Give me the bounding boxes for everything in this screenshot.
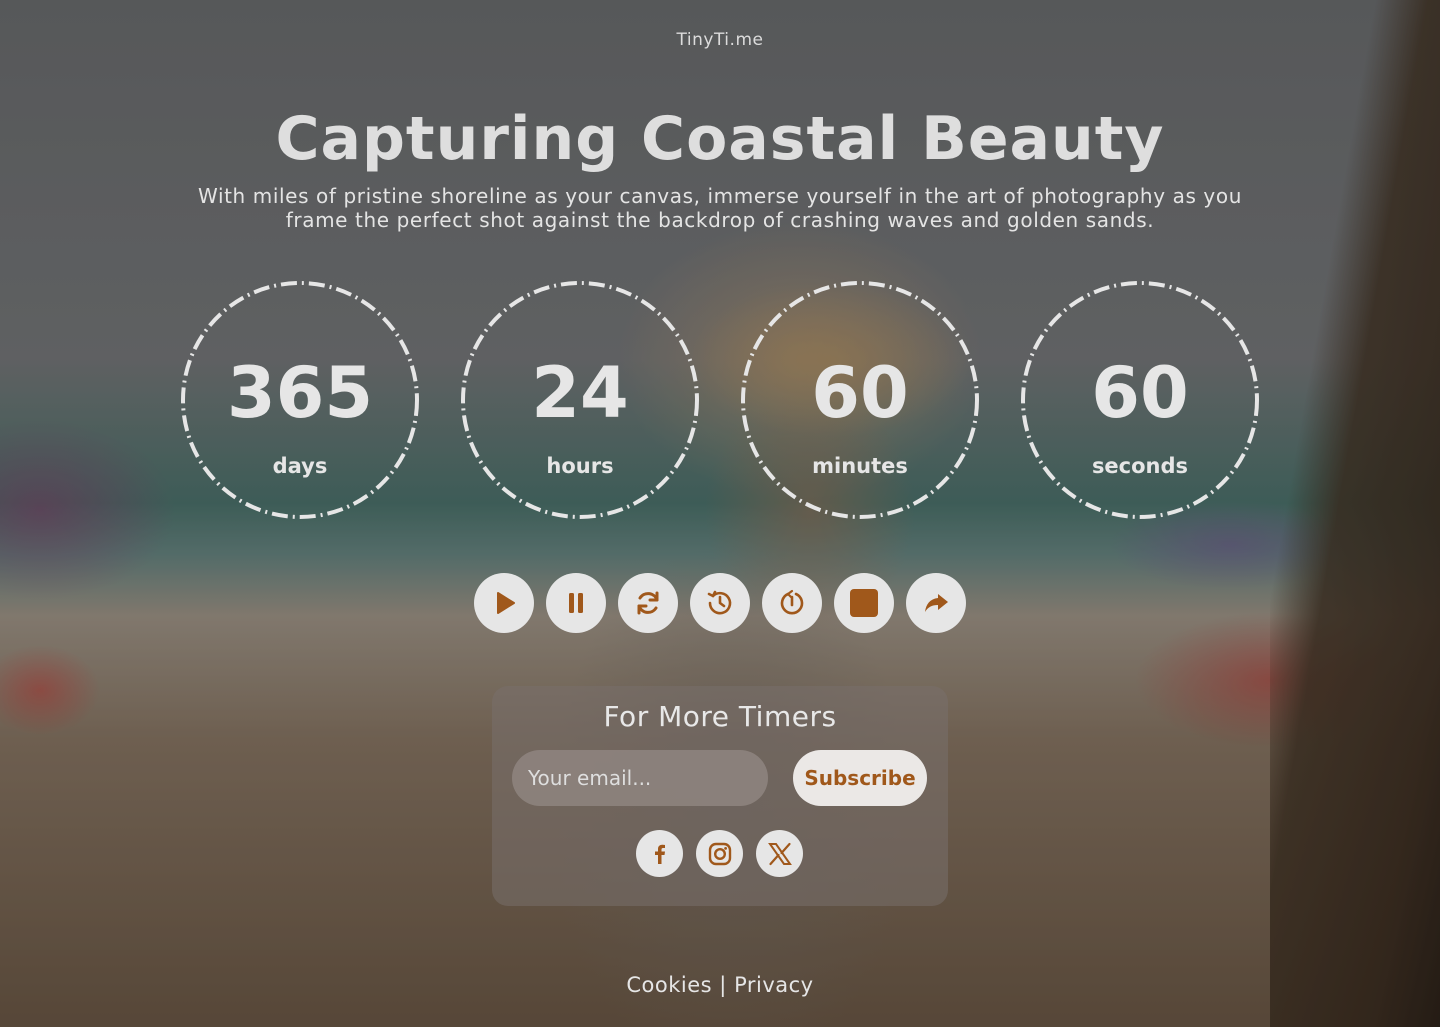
footer-separator: | — [719, 973, 727, 997]
share-button[interactable] — [906, 573, 966, 633]
privacy-link[interactable]: Privacy — [734, 973, 814, 997]
timer-label: seconds — [1091, 454, 1189, 478]
brand-logo[interactable]: TinyTi.me — [0, 30, 1440, 50]
timer-label: minutes — [812, 454, 908, 478]
play-icon — [497, 592, 515, 614]
restart-icon — [780, 589, 804, 615]
pause-button[interactable] — [546, 573, 606, 633]
footer: Cookies | Privacy — [0, 973, 1440, 997]
x-link[interactable] — [756, 830, 803, 877]
timer-value: 365 — [226, 352, 374, 434]
share-icon — [925, 594, 948, 612]
refresh-button[interactable] — [618, 573, 678, 633]
instagram-link[interactable] — [696, 830, 743, 877]
x-icon — [767, 842, 792, 865]
history-button[interactable] — [690, 573, 750, 633]
timer-minutes: 60 minutes — [740, 280, 980, 520]
play-button[interactable] — [474, 573, 534, 633]
timer-seconds: 60 seconds — [1020, 280, 1260, 520]
restart-button[interactable] — [762, 573, 822, 633]
subscribe-heading: For More Timers — [603, 700, 837, 733]
page-subtitle: With miles of pristine shoreline as your… — [198, 184, 1242, 232]
instagram-icon — [708, 842, 731, 865]
timer-value: 24 — [531, 352, 629, 434]
timer-controls — [474, 573, 966, 633]
facebook-icon — [654, 844, 665, 864]
stop-button[interactable] — [834, 573, 894, 633]
history-icon — [707, 590, 732, 615]
timer-label: hours — [546, 454, 614, 478]
subscribe-panel: For More Timers Subscribe — [492, 686, 948, 906]
timer-value: 60 — [811, 352, 909, 434]
subscribe-button[interactable]: Subscribe — [793, 750, 927, 806]
stop-icon — [850, 589, 878, 617]
pause-icon — [569, 593, 583, 613]
timer-label: days — [272, 454, 328, 478]
refresh-icon — [637, 591, 659, 615]
timer-value: 60 — [1091, 352, 1189, 434]
facebook-link[interactable] — [636, 830, 683, 877]
social-links — [636, 830, 803, 877]
email-input[interactable] — [512, 750, 768, 806]
cookies-link[interactable]: Cookies — [626, 973, 712, 997]
timer-hours: 24 hours — [460, 280, 700, 520]
timer-days: 365 days — [180, 280, 420, 520]
page-title: Capturing Coastal Beauty — [275, 104, 1165, 174]
